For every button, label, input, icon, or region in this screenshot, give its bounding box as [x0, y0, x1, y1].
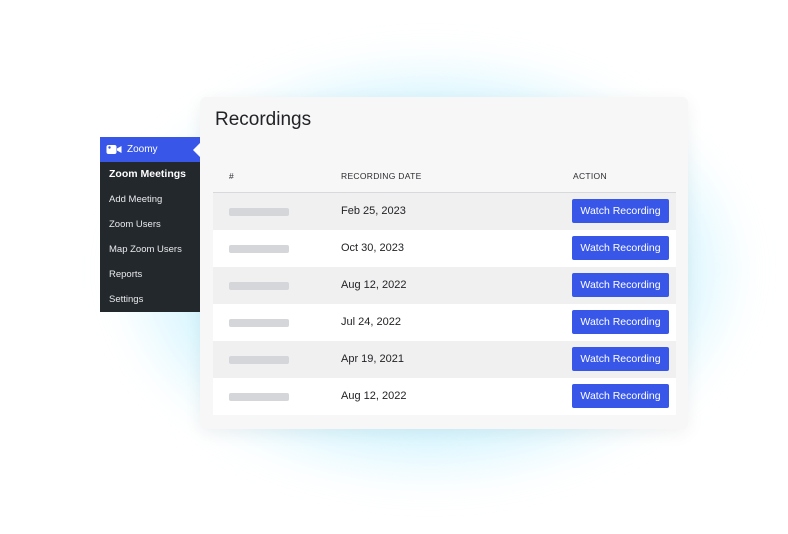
table-header: # RECORDING DATE ACTION	[213, 157, 676, 193]
recording-date: Aug 12, 2022	[341, 390, 407, 402]
column-header-action: ACTION	[573, 171, 607, 181]
sidebar-item-zoom-users[interactable]: Zoom Users	[100, 212, 200, 237]
redacted-id-placeholder	[229, 208, 289, 216]
sidebar-item-zoomy[interactable]: Zoomy	[100, 137, 200, 162]
sidebar-item-map-zoom-users[interactable]: Map Zoom Users	[100, 237, 200, 262]
recording-date: Oct 30, 2023	[341, 242, 404, 254]
recordings-panel: Recordings # RECORDING DATE ACTION Feb 2…	[200, 97, 688, 429]
recordings-table: # RECORDING DATE ACTION Feb 25, 2023 Wat…	[213, 157, 676, 415]
sidebar-item-reports[interactable]: Reports	[100, 262, 200, 287]
watch-recording-button[interactable]: Watch Recording	[572, 273, 669, 297]
admin-sidebar: Zoomy Zoom Meetings Add Meeting Zoom Use…	[100, 137, 200, 312]
table-row: Feb 25, 2023 Watch Recording	[213, 193, 676, 230]
watch-recording-button[interactable]: Watch Recording	[572, 347, 669, 371]
table-row: Aug 12, 2022 Watch Recording	[213, 267, 676, 304]
sidebar-item-zoom-meetings[interactable]: Zoom Meetings	[100, 162, 200, 187]
redacted-id-placeholder	[229, 356, 289, 364]
page-title: Recordings	[215, 109, 312, 130]
column-header-recording-date: RECORDING DATE	[341, 171, 422, 181]
sidebar-item-settings[interactable]: Settings	[100, 287, 200, 312]
recording-date: Apr 19, 2021	[341, 353, 404, 365]
table-row: Jul 24, 2022 Watch Recording	[213, 304, 676, 341]
watch-recording-button[interactable]: Watch Recording	[572, 236, 669, 260]
redacted-id-placeholder	[229, 319, 289, 327]
active-menu-indicator	[193, 143, 200, 157]
watch-recording-button[interactable]: Watch Recording	[572, 384, 669, 408]
column-header-number: #	[229, 171, 235, 181]
table-row: Aug 12, 2022 Watch Recording	[213, 378, 676, 415]
watch-recording-button[interactable]: Watch Recording	[572, 199, 669, 223]
recording-date: Aug 12, 2022	[341, 279, 407, 291]
redacted-id-placeholder	[229, 245, 289, 253]
video-camera-icon	[106, 145, 122, 154]
table-row: Oct 30, 2023 Watch Recording	[213, 230, 676, 267]
watch-recording-button[interactable]: Watch Recording	[572, 310, 669, 334]
redacted-id-placeholder	[229, 393, 289, 401]
sidebar-item-add-meeting[interactable]: Add Meeting	[100, 187, 200, 212]
recording-date: Jul 24, 2022	[341, 316, 401, 328]
sidebar-header-label: Zoomy	[127, 144, 158, 155]
recording-date: Feb 25, 2023	[341, 205, 406, 217]
redacted-id-placeholder	[229, 282, 289, 290]
table-row: Apr 19, 2021 Watch Recording	[213, 341, 676, 378]
